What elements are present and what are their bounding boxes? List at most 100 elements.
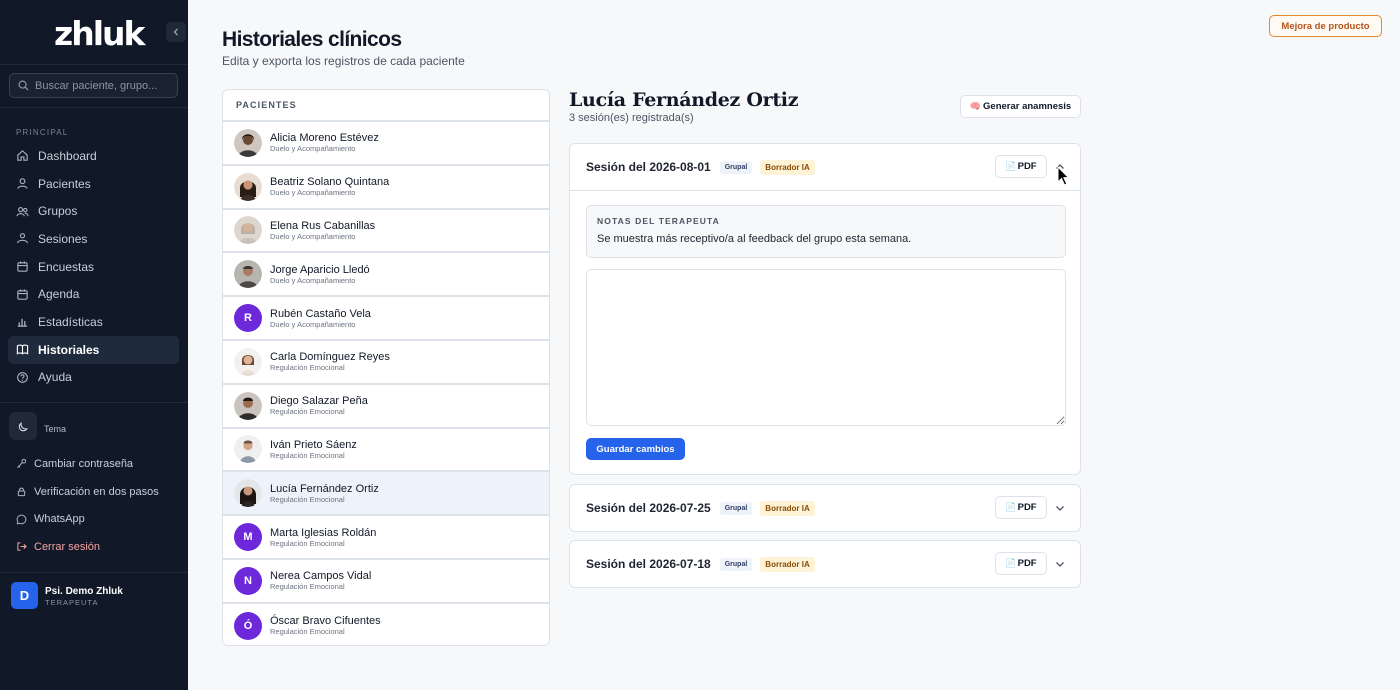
session-title: Sesión del 2026-08-01 [586,160,711,174]
search-box[interactable] [9,73,178,98]
chevron-down-icon[interactable] [1054,558,1066,570]
patient-avatar [234,391,262,420]
nav-item-agenda[interactable]: Agenda [8,280,179,308]
home-icon [17,150,28,162]
session-editor[interactable] [586,269,1066,426]
patient-group: Regulación Emocional [270,627,345,637]
patient-row[interactable]: Elena Rus Cabanillas Duelo y Acompañamie… [223,209,549,254]
collapse-sidebar-button[interactable] [166,22,186,42]
nav-item-label: Dashboard [38,148,97,163]
page-subtitle: Edita y exporta los registros de cada pa… [222,54,465,68]
link-label: WhatsApp [34,513,85,526]
divider [0,107,188,108]
patient-avatar [234,347,262,376]
patient-row[interactable]: R Rubén Castaño Vela Duelo y Acompañamie… [223,297,549,341]
session-header[interactable]: Sesión del 2026-07-25 Grupal Borrador IA… [570,485,1080,531]
patient-group: Regulación Emocional [270,494,345,504]
patient-group: Regulación Emocional [270,407,345,417]
chevron-left-icon [173,28,178,36]
search-input[interactable] [35,79,165,92]
patient-group: Duelo y Acompañamiento [270,319,356,329]
app-logo[interactable]: zhluk [54,14,145,53]
divider [0,402,188,403]
change-password-link[interactable]: Cambiar contraseña [8,450,179,478]
pdf-export-button[interactable]: 📄 PDF [995,155,1047,178]
nav-item-dashboard[interactable]: Dashboard [8,142,179,170]
two-factor-link[interactable]: Verificación en dos pasos [8,478,179,506]
patients-panel: PACIENTES Alicia Moreno Estévez Duelo y … [222,89,550,646]
group-badge: Grupal [719,501,753,515]
pdf-export-button[interactable]: 📄 PDF [995,552,1047,575]
key-icon [17,459,27,469]
help-icon [17,371,28,383]
logout-link[interactable]: Cerrar sesión [8,533,179,561]
patient-row[interactable]: Ó Óscar Bravo Cifuentes Regulación Emoci… [223,603,549,645]
theme-toggle-button[interactable] [9,412,37,440]
page-title: Historiales clínicos [222,28,402,51]
patient-name: Lucía Fernández Ortiz [270,482,379,495]
moon-icon [18,421,28,431]
nav-item-label: Grupos [38,204,78,219]
user-name: Psi. Demo Zhluk [45,586,123,597]
nav-item-historiales[interactable]: Historiales [8,335,179,364]
pdf-export-button[interactable]: 📄 PDF [995,496,1047,519]
patient-name: Jorge Aparicio Lledó [270,263,370,276]
nav-item-label: Encuestas [38,259,95,274]
mouse-cursor-icon [1057,166,1070,186]
nav-item-grupos[interactable]: Grupos [8,197,179,225]
nav-item-label: Sesiones [38,231,88,246]
patient-row[interactable]: Diego Salazar Peña Regulación Emocional [223,384,549,429]
patient-row[interactable]: Jorge Aparicio Lledó Duelo y Acompañamie… [223,253,549,298]
whatsapp-link[interactable]: WhatsApp [8,505,179,533]
link-label: Cerrar sesión [34,540,101,553]
brain-icon: 🧠 [969,101,982,111]
patient-group: Duelo y Acompañamiento [270,231,356,241]
group-badge: Grupal [719,160,753,174]
account-links: Cambiar contraseña Verificación en dos p… [8,450,179,561]
patient-row[interactable]: Carla Domínguez Reyes Regulación Emocion… [223,340,549,385]
session-header[interactable]: Sesión del 2026-07-18 Grupal Borrador IA… [570,541,1080,587]
person-photo-icon [234,216,262,245]
pdf-label: PDF [1017,558,1037,569]
main-nav: Dashboard Pacientes Grupos Sesiones Encu… [8,142,179,391]
nav-item-sesiones[interactable]: Sesiones [8,225,179,253]
person-photo-icon [234,260,262,289]
search-icon [18,80,29,91]
patient-row[interactable]: Iván Prieto Sáenz Regulación Emocional [223,428,549,473]
person-photo-icon [234,435,262,464]
nav-item-ayuda[interactable]: Ayuda [8,364,179,392]
anamnesis-label: Generar anamnesis [983,101,1072,112]
nav-item-encuestas[interactable]: Encuestas [8,253,179,281]
nav-item-estadisticas[interactable]: Estadísticas [8,308,179,336]
session-count: 3 sesión(es) registrada(s) [569,112,694,124]
user-avatar[interactable]: D [11,582,38,609]
nav-item-label: Historiales [38,342,100,357]
patient-group: Duelo y Acompañamiento [270,188,356,198]
session-header[interactable]: Sesión del 2026-08-01 Grupal Borrador IA… [570,144,1080,190]
patient-row[interactable]: M Marta Iglesias Roldán Regulación Emoci… [223,516,549,560]
ai-draft-badge: Borrador IA [760,500,815,516]
nav-section-label: PRINCIPAL [16,128,69,137]
person-photo-icon [234,479,262,508]
document-icon: 📄 [1005,161,1017,171]
nav-item-pacientes[interactable]: Pacientes [8,170,179,198]
nav-item-label: Agenda [38,287,80,302]
patient-name: Beatriz Solano Quintana [270,176,390,189]
document-icon: 📄 [1005,502,1017,512]
patient-row[interactable]: Beatriz Solano Quintana Duelo y Acompaña… [223,165,549,210]
patient-row[interactable]: N Nerea Campos Vidal Regulación Emociona… [223,559,549,604]
chevron-down-icon[interactable] [1054,502,1066,514]
patient-group: Regulación Emocional [270,538,345,548]
patient-avatar [234,128,262,157]
patient-name: Carla Domínguez Reyes [270,351,390,364]
product-feedback-button[interactable]: Mejora de producto [1269,15,1382,37]
patient-avatar [234,435,262,464]
sidebar: zhluk PRINCIPAL Dashboard Pacientes Grup… [0,0,188,690]
patient-group: Duelo y Acompañamiento [270,275,356,285]
generate-anamnesis-button[interactable]: 🧠 Generar anamnesis [960,95,1081,118]
logout-icon [17,542,27,552]
save-changes-button[interactable]: Guardar cambios [586,438,685,460]
patient-row[interactable]: Alicia Moreno Estévez Duelo y Acompañami… [223,122,549,166]
calendar-icon [17,289,28,300]
patient-row-selected[interactable]: Lucía Fernández Ortiz Regulación Emocion… [223,472,549,517]
